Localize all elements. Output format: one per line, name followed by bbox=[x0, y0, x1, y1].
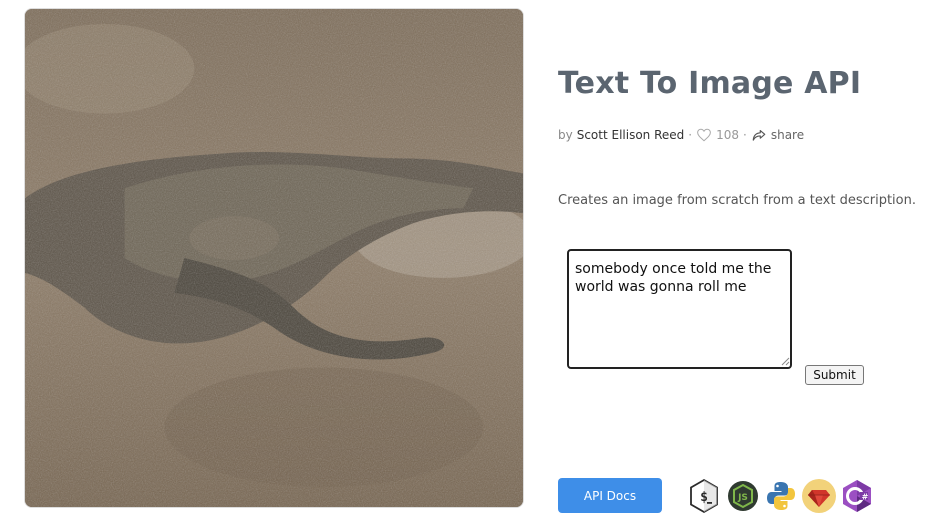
meta-line: by Scott Ellison Reed · 108 · share bbox=[558, 127, 804, 143]
api-docs-button[interactable]: API Docs bbox=[558, 478, 662, 513]
python-icon[interactable] bbox=[763, 478, 799, 514]
like-count: 108 bbox=[716, 128, 740, 142]
description: Creates an image from scratch from a tex… bbox=[558, 193, 916, 208]
separator: · bbox=[743, 128, 747, 142]
separator: · bbox=[688, 128, 693, 142]
share-button[interactable]: share bbox=[751, 128, 804, 142]
prompt-input[interactable]: somebody once told me the world was gonn… bbox=[567, 249, 792, 369]
svg-text:$: $ bbox=[700, 490, 708, 505]
svg-text:#: # bbox=[862, 493, 869, 502]
submit-button[interactable]: Submit bbox=[805, 365, 864, 385]
komodo-dragon-image bbox=[25, 9, 523, 507]
share-icon bbox=[752, 129, 766, 141]
heart-icon[interactable] bbox=[696, 128, 712, 142]
page-title: Text To Image API bbox=[558, 66, 862, 101]
bash-icon[interactable]: $ bbox=[686, 478, 722, 514]
share-label: share bbox=[770, 128, 805, 142]
nodejs-icon[interactable]: JS bbox=[725, 478, 761, 514]
by-label: by bbox=[558, 128, 573, 142]
generated-image bbox=[24, 8, 524, 508]
author-link[interactable]: Scott Ellison Reed bbox=[577, 128, 685, 142]
csharp-icon[interactable]: # bbox=[839, 478, 875, 514]
ruby-icon[interactable] bbox=[801, 478, 837, 514]
svg-text:JS: JS bbox=[737, 493, 748, 503]
